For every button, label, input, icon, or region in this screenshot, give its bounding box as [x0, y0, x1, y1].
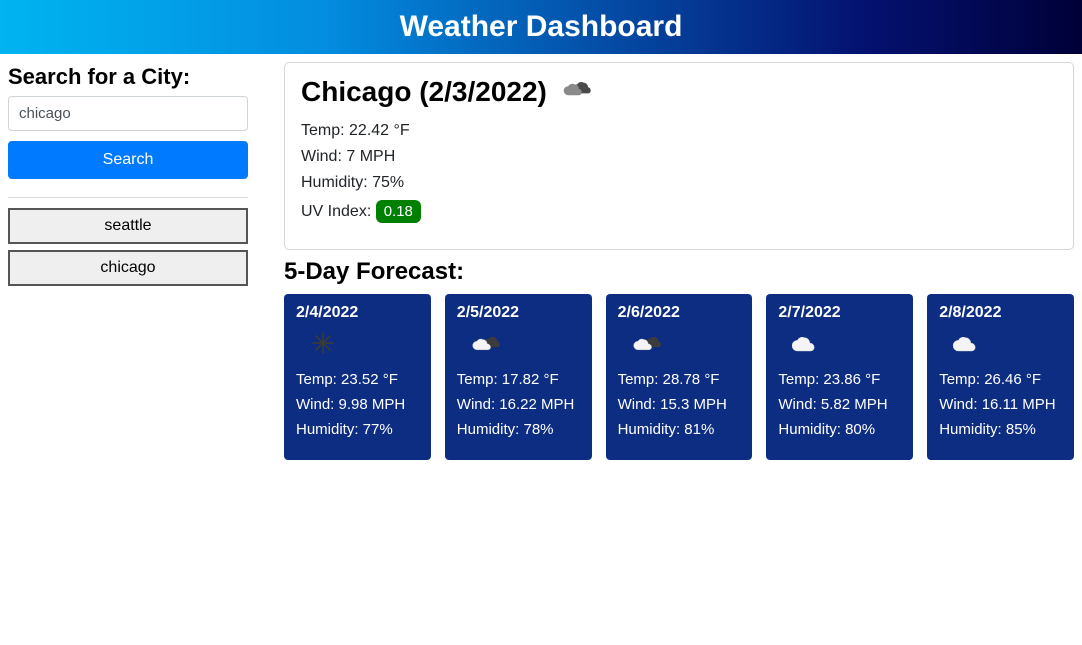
forecast-date: 2/5/2022 — [457, 304, 580, 322]
forecast-date: 2/7/2022 — [778, 304, 901, 322]
forecast-weather-icon — [953, 330, 1062, 361]
forecast-weather-icon — [471, 330, 580, 361]
forecast-card: 2/7/2022 Temp: 23.86 °F Wind: 5.82 MPH H… — [766, 294, 913, 460]
forecast-humidity: Humidity: 77% — [296, 421, 419, 438]
history-item[interactable]: chicago — [8, 250, 248, 286]
forecast-card: 2/6/2022 Temp: 28.78 °F Wind: 15.3 MPH H… — [606, 294, 753, 460]
forecast-temp: Temp: 26.46 °F — [939, 371, 1062, 388]
forecast-title: 5-Day Forecast: — [284, 258, 1074, 286]
current-weather-card: Chicago (2/3/2022) Temp: 22.42 °F Wind: … — [284, 62, 1074, 250]
cloud-icon — [953, 330, 985, 356]
forecast-temp: Temp: 17.82 °F — [457, 371, 580, 388]
current-weather-icon — [561, 75, 597, 108]
forecast-temp: Temp: 28.78 °F — [618, 371, 741, 388]
forecast-weather-icon — [632, 330, 741, 361]
forecast-date: 2/6/2022 — [618, 304, 741, 322]
forecast-card: 2/8/2022 Temp: 26.46 °F Wind: 16.11 MPH … — [927, 294, 1074, 460]
current-wind: Wind: 7 MPH — [301, 148, 1057, 166]
forecast-humidity: Humidity: 85% — [939, 421, 1062, 438]
current-city-heading: Chicago (2/3/2022) — [301, 75, 1057, 108]
current-city-title: Chicago (2/3/2022) — [301, 76, 547, 108]
forecast-weather-icon — [792, 330, 901, 361]
forecast-date: 2/8/2022 — [939, 304, 1062, 322]
forecast-humidity: Humidity: 80% — [778, 421, 901, 438]
uv-badge: 0.18 — [376, 200, 421, 223]
app-header: Weather Dashboard — [0, 0, 1082, 54]
forecast-temp: Temp: 23.86 °F — [778, 371, 901, 388]
forecast-row: 2/4/2022 Temp: 23.52 °F Wind: 9.98 MPH H… — [284, 294, 1074, 460]
snow-icon — [310, 330, 336, 356]
city-search-input[interactable] — [8, 96, 248, 131]
search-button[interactable]: Search — [8, 141, 248, 179]
current-humidity: Humidity: 75% — [301, 174, 1057, 192]
forecast-wind: Wind: 16.11 MPH — [939, 396, 1062, 413]
divider — [8, 197, 248, 198]
cloud-icon — [792, 330, 824, 356]
forecast-humidity: Humidity: 78% — [457, 421, 580, 438]
forecast-wind: Wind: 9.98 MPH — [296, 396, 419, 413]
forecast-temp: Temp: 23.52 °F — [296, 371, 419, 388]
forecast-date: 2/4/2022 — [296, 304, 419, 322]
forecast-card: 2/5/2022 Temp: 17.82 °F Wind: 16.22 MPH … — [445, 294, 592, 460]
current-uv: UV Index: 0.18 — [301, 200, 1057, 223]
forecast-wind: Wind: 16.22 MPH — [457, 396, 580, 413]
forecast-wind: Wind: 5.82 MPH — [778, 396, 901, 413]
sidebar: Search for a City: Search seattle chicago — [8, 60, 256, 460]
cloud-icon — [632, 330, 666, 356]
cloud-icon — [561, 75, 597, 101]
history-item[interactable]: seattle — [8, 208, 248, 244]
forecast-weather-icon — [310, 330, 419, 361]
main-container: Search for a City: Search seattle chicago… — [0, 54, 1082, 466]
forecast-wind: Wind: 15.3 MPH — [618, 396, 741, 413]
search-history: seattle chicago — [8, 208, 248, 292]
uv-label: UV Index: — [301, 203, 376, 220]
search-label: Search for a City: — [8, 64, 248, 90]
current-temp: Temp: 22.42 °F — [301, 122, 1057, 140]
app-title: Weather Dashboard — [0, 10, 1082, 44]
forecast-card: 2/4/2022 Temp: 23.52 °F Wind: 9.98 MPH H… — [284, 294, 431, 460]
cloud-icon — [471, 330, 505, 356]
forecast-humidity: Humidity: 81% — [618, 421, 741, 438]
main-content: Chicago (2/3/2022) Temp: 22.42 °F Wind: … — [256, 60, 1074, 460]
